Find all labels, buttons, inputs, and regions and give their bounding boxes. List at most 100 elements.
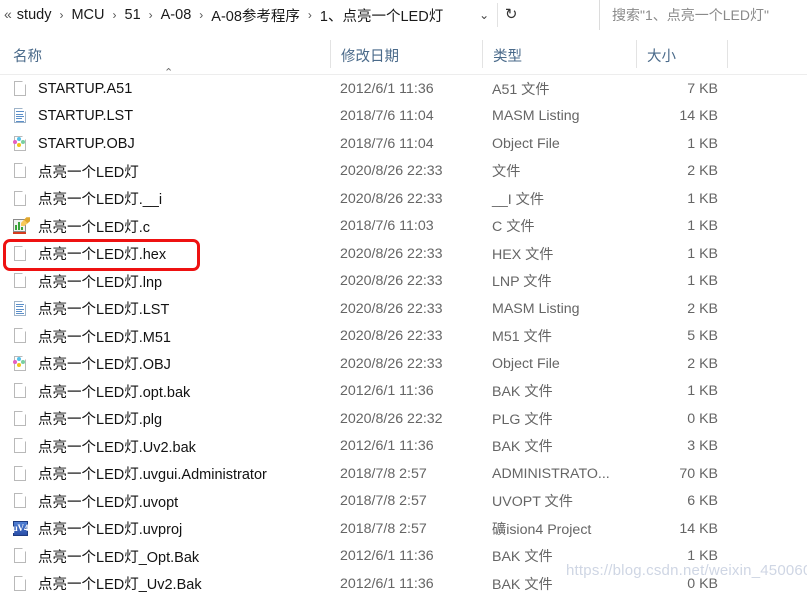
file-row[interactable]: 点亮一个LED灯.opt.bak 2012/6/1 11:36 BAK 文件 1 KB [0, 378, 807, 406]
column-header-type[interactable]: 类型 [493, 30, 522, 75]
column-divider[interactable] [330, 40, 331, 68]
watermark: https://blog.csdn.net/weixin_45006076 [566, 562, 807, 579]
file-date-cell: 2018/7/8 2:57 [340, 493, 427, 510]
file-size-cell: 1 KB [687, 218, 718, 235]
column-divider[interactable] [482, 40, 483, 68]
listing-file-icon [13, 107, 29, 125]
file-row[interactable]: 点亮一个LED灯.M51 2020/8/26 22:33 M51 文件 5 KB [0, 323, 807, 351]
column-header-row: 名称 ⌃ 修改日期 类型 大小 [0, 30, 807, 79]
file-type-cell: Object File [492, 355, 560, 372]
file-row[interactable]: STARTUP.LST 2018/7/6 11:04 MASM Listing 14 … [0, 103, 807, 131]
file-date-cell: 2020/8/26 22:33 [340, 245, 443, 262]
breadcrumb-item-current-folder[interactable]: 1、点亮一个LED灯 [318, 5, 445, 26]
file-list[interactable]: STARTUP.A51 2012/6/1 11:36 A51 文件 7 KB START… [0, 75, 807, 598]
file-date-cell: 2012/6/1 11:36 [340, 575, 434, 592]
file-name-label: 点亮一个LED灯.uvproj [38, 522, 183, 539]
file-name-cell[interactable]: STARTUP.LST [13, 103, 133, 131]
file-name-cell[interactable]: 点亮一个LED灯.LST [13, 295, 169, 323]
file-name-cell[interactable]: 点亮一个LED灯.OBJ [13, 350, 171, 378]
file-name-cell[interactable]: STARTUP.A51 [13, 75, 132, 103]
file-row[interactable]: 点亮一个LED灯.c 2018/7/6 11:03 C 文件 1 KB [0, 213, 807, 241]
search-input[interactable] [600, 6, 807, 24]
breadcrumb-separator-icon[interactable]: › [113, 9, 117, 21]
file-row[interactable]: 点亮一个LED灯.hex 2020/8/26 22:33 HEX 文件 1 KB [0, 240, 807, 268]
file-name-label: STARTUP.A51 [38, 80, 133, 97]
file-row[interactable]: STARTUP.OBJ 2018/7/6 11:04 Object File 1 KB [0, 130, 807, 158]
file-icon [13, 547, 29, 565]
file-row[interactable]: 点亮一个LED灯.Uv2.bak 2012/6/1 11:36 BAK 文件 3 KB [0, 433, 807, 461]
file-size-cell: 1 KB [687, 135, 718, 152]
file-name-cell[interactable]: 点亮一个LED灯 [13, 158, 139, 186]
file-name-label: 点亮一个LED灯.uvopt [38, 494, 179, 511]
chevron-down-icon[interactable]: ⌄ [471, 8, 497, 22]
breadcrumb-overflow-icon[interactable]: « [4, 7, 12, 23]
file-type-cell: LNP 文件 [492, 274, 552, 291]
file-name-cell[interactable]: 点亮一个LED灯_Opt.Bak [13, 543, 199, 571]
breadcrumb-separator-icon[interactable]: › [199, 9, 203, 21]
file-name-cell[interactable]: 点亮一个LED灯.Uv2.bak [13, 433, 196, 461]
file-name-label: 点亮一个LED灯.uvgui.Administrator [38, 467, 267, 484]
listing-file-icon [13, 300, 29, 318]
breadcrumb-item-study[interactable]: study [15, 7, 54, 23]
file-icon [13, 190, 29, 208]
file-row[interactable]: 点亮一个LED灯.lnp 2020/8/26 22:33 LNP 文件 1 KB [0, 268, 807, 296]
file-row[interactable]: 点亮一个LED灯.__i 2020/8/26 22:33 __I 文件 1 KB [0, 185, 807, 213]
search-box[interactable] [599, 0, 807, 30]
column-divider[interactable] [636, 40, 637, 68]
file-name-cell[interactable]: STARTUP.OBJ [13, 130, 135, 158]
file-name-cell[interactable]: 点亮一个LED灯.M51 [13, 323, 171, 351]
file-name-cell[interactable]: 点亮一个LED灯.hex [13, 240, 166, 268]
file-name-label: 点亮一个LED灯 [38, 164, 139, 181]
file-row[interactable]: STARTUP.A51 2012/6/1 11:36 A51 文件 7 KB [0, 75, 807, 103]
file-date-cell: 2012/6/1 11:36 [340, 548, 434, 565]
column-divider[interactable] [727, 40, 728, 68]
breadcrumb-separator-icon[interactable]: › [149, 9, 153, 21]
file-row[interactable]: 点亮一个LED灯 2020/8/26 22:33 文件 2 KB [0, 158, 807, 186]
file-icon [13, 437, 29, 455]
file-name-cell[interactable]: 点亮一个LED灯.lnp [13, 268, 162, 296]
file-name-cell[interactable]: μV4 点亮一个LED灯.uvproj [12, 515, 183, 543]
file-icon [13, 162, 29, 180]
file-row[interactable]: 点亮一个LED灯.LST 2020/8/26 22:33 MASM Listing 2… [0, 295, 807, 323]
file-name-label: 点亮一个LED灯.__i [38, 192, 163, 209]
breadcrumb[interactable]: « study › MCU › 51 › A-08 › A-08参考程序 › 1… [0, 3, 445, 27]
file-name-cell[interactable]: 点亮一个LED灯.c [13, 213, 150, 241]
breadcrumb-separator-icon[interactable]: › [308, 9, 312, 21]
address-bar[interactable]: « study › MCU › 51 › A-08 › A-08参考程序 › 1… [0, 0, 807, 30]
file-name-cell[interactable]: 点亮一个LED灯.uvgui.Administrator [13, 460, 267, 488]
file-name-label: 点亮一个LED灯.Uv2.bak [38, 439, 196, 456]
file-date-cell: 2020/8/26 22:33 [340, 190, 443, 207]
file-type-cell: __I 文件 [492, 191, 545, 208]
file-size-cell: 3 KB [687, 438, 718, 455]
column-header-name[interactable]: 名称 [13, 30, 42, 75]
file-type-cell: BAK 文件 [492, 439, 553, 456]
breadcrumb-item-a08[interactable]: A-08 [159, 7, 194, 23]
refresh-icon[interactable]: ↻ [497, 3, 524, 27]
breadcrumb-separator-icon[interactable]: › [59, 9, 63, 21]
file-row[interactable]: μV4 点亮一个LED灯.uvproj 2018/7/8 2:57 礦ision4 P… [0, 515, 807, 543]
file-type-cell: M51 文件 [492, 329, 552, 346]
file-name-cell[interactable]: 点亮一个LED灯.uvopt [13, 488, 178, 516]
file-row[interactable]: 点亮一个LED灯.uvopt 2018/7/8 2:57 UVOPT 文件 6 KB [0, 488, 807, 516]
file-name-cell[interactable]: 点亮一个LED灯_Uv2.Bak [13, 570, 202, 598]
file-date-cell: 2020/8/26 22:32 [340, 410, 443, 427]
file-name-cell[interactable]: 点亮一个LED灯.__i [13, 185, 162, 213]
file-name-cell[interactable]: 点亮一个LED灯.plg [13, 405, 162, 433]
file-row[interactable]: 点亮一个LED灯.OBJ 2020/8/26 22:33 Object File 2 … [0, 350, 807, 378]
file-name-label: STARTUP.LST [38, 108, 134, 125]
file-name-cell[interactable]: 点亮一个LED灯.opt.bak [13, 378, 190, 406]
column-header-date[interactable]: 修改日期 [341, 30, 399, 75]
file-type-cell: 文件 [492, 164, 521, 181]
file-date-cell: 2020/8/26 22:33 [340, 300, 443, 317]
breadcrumb-item-a08-reference[interactable]: A-08参考程序 [209, 5, 302, 26]
file-row[interactable]: 点亮一个LED灯.uvgui.Administrator 2018/7/8 2:5… [0, 460, 807, 488]
file-type-cell: HEX 文件 [492, 246, 554, 263]
breadcrumb-item-mcu[interactable]: MCU [69, 7, 106, 23]
file-size-cell: 7 KB [687, 80, 718, 97]
file-date-cell: 2012/6/1 11:36 [340, 383, 434, 400]
breadcrumb-item-51[interactable]: 51 [123, 7, 143, 23]
file-row[interactable]: 点亮一个LED灯.plg 2020/8/26 22:32 PLG 文件 0 KB [0, 405, 807, 433]
file-date-cell: 2020/8/26 22:33 [340, 328, 443, 345]
file-size-cell: 2 KB [687, 300, 718, 317]
column-header-size[interactable]: 大小 [647, 30, 676, 75]
